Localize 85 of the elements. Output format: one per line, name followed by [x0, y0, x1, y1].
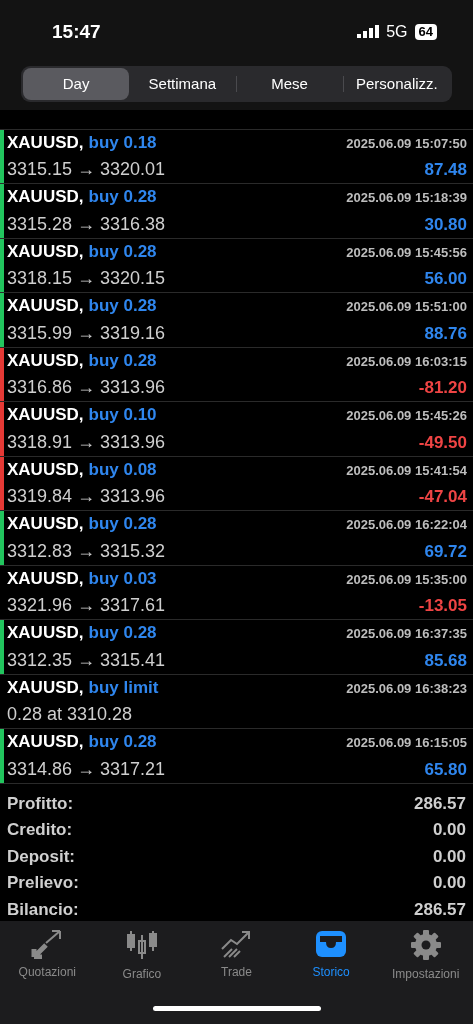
deal-time: 2025.06.09 15:45:26: [346, 407, 467, 426]
deal-symbol: XAUUSD,: [7, 676, 84, 699]
deal-prices: 3314.86 → 3317.21: [7, 757, 166, 781]
deal-order: buy 0.28: [88, 186, 157, 209]
summary-value: 0.00: [432, 845, 466, 868]
deal-order: buy 0.28: [88, 349, 157, 372]
deal-symbol: XAUUSD,: [7, 349, 84, 372]
deal-order: buy limit: [88, 676, 159, 699]
nav-tab[interactable]: Quotazioni: [0, 929, 95, 984]
period-tab[interactable]: Day: [23, 67, 130, 100]
nav-tab[interactable]: Trade: [189, 929, 284, 984]
deal-order: buy 0.28: [88, 513, 157, 536]
nav-tab[interactable]: Storico: [283, 929, 379, 984]
deal-order: buy 0.28: [88, 240, 157, 263]
deal-prices: 3315.28 → 3316.38: [7, 212, 166, 236]
deal-symbol: XAUUSD,: [7, 404, 84, 427]
period-tab[interactable]: Personalizz.: [343, 67, 450, 100]
deal-profit: 65.80: [424, 758, 467, 781]
deal-order: buy 0.18: [88, 131, 157, 154]
deal-symbol: XAUUSD,: [7, 622, 84, 645]
deal-prices: 0.28 at 3310.28: [7, 703, 133, 727]
deal-prices: 3321.96 → 3317.61: [7, 594, 166, 618]
deal-profit: -81.20: [418, 377, 467, 400]
clock-time: 15:47: [52, 19, 101, 44]
battery-level: 64: [414, 23, 437, 40]
deal-order: buy 0.28: [88, 295, 157, 318]
deal-order: buy 0.08: [88, 458, 157, 481]
deal-symbol: XAUUSD,: [7, 240, 84, 263]
inbox-tray-icon: [314, 929, 349, 960]
summary-label: Credito:: [7, 819, 73, 842]
deal-time: 2025.06.09 16:22:04: [346, 516, 467, 535]
deal-time: 2025.06.09 16:03:15: [346, 352, 467, 371]
settings-icon: [409, 929, 442, 962]
deal-time: 2025.06.09 15:51:00: [346, 298, 467, 317]
deal-time: 2025.06.09 16:38:23: [346, 679, 467, 698]
candlestick-icon: [124, 929, 159, 962]
deal-time: 2025.06.09 15:41:54: [346, 461, 467, 480]
nav-tab[interactable]: Grafico: [94, 929, 190, 984]
deal-prices: 3315.15 → 3320.01: [7, 158, 166, 182]
summary-label: Bilancio:: [7, 898, 79, 921]
deal-prices: 3315.99 → 3319.16: [7, 321, 166, 345]
deal-symbol: XAUUSD,: [7, 731, 84, 754]
deal-profit: 69.72: [424, 540, 467, 563]
nav-tab[interactable]: Impostazioni: [378, 929, 473, 984]
deal-time: 2025.06.09 15:07:50: [346, 134, 467, 153]
period-tab[interactable]: Mese: [236, 67, 343, 100]
summary-value: 0.00: [432, 819, 466, 842]
signal-icon: [357, 25, 380, 39]
summary-label: Profitto:: [7, 792, 74, 815]
deal-profit: -49.50: [418, 431, 467, 454]
deal-prices: 3318.91 → 3313.96: [7, 430, 166, 454]
summary-label: Prelievo:: [7, 872, 79, 895]
deal-prices: 3318.15 → 3320.15: [7, 267, 166, 291]
deal-symbol: XAUUSD,: [7, 295, 84, 318]
deal-symbol: XAUUSD,: [7, 567, 84, 590]
deal-time: 2025.06.09 16:37:35: [346, 625, 467, 644]
deal-symbol: XAUUSD,: [7, 131, 84, 154]
deal-order: buy 0.28: [88, 731, 157, 754]
deal-profit: 56.00: [424, 268, 467, 291]
summary-value: 286.57: [414, 898, 466, 921]
summary-value: 0.00: [432, 872, 466, 895]
deal-time: 2025.06.09 15:18:39: [346, 189, 467, 208]
deal-order: buy 0.28: [88, 622, 157, 645]
summary-label: Deposit:: [7, 845, 75, 868]
deal-profit: 30.80: [424, 213, 467, 236]
network-label: 5G: [386, 21, 408, 42]
deal-profit: -47.04: [418, 486, 467, 509]
deal-prices: 3312.83 → 3315.32: [7, 539, 166, 563]
deal-profit: 88.76: [424, 322, 467, 345]
deal-profit: 87.48: [424, 159, 467, 182]
deal-symbol: XAUUSD,: [7, 513, 84, 536]
period-tab[interactable]: Settimana: [129, 67, 236, 100]
deal-time: 2025.06.09 15:35:00: [346, 570, 467, 589]
deal-symbol: XAUUSD,: [7, 458, 84, 481]
deal-time: 2025.06.09 16:15:05: [346, 734, 467, 753]
deal-prices: 3316.86 → 3313.96: [7, 376, 166, 400]
deal-order: buy 0.10: [88, 404, 157, 427]
deal-prices: 3312.35 → 3315.41: [7, 648, 166, 672]
deal-profit: 85.68: [424, 649, 467, 672]
deal-profit: -13.05: [418, 595, 467, 618]
deal-prices: 3319.84 → 3313.96: [7, 485, 166, 509]
deal-time: 2025.06.09 15:45:56: [346, 243, 467, 262]
summary-value: 286.57: [414, 792, 466, 815]
deal-order: buy 0.03: [88, 567, 157, 590]
deal-symbol: XAUUSD,: [7, 186, 84, 209]
